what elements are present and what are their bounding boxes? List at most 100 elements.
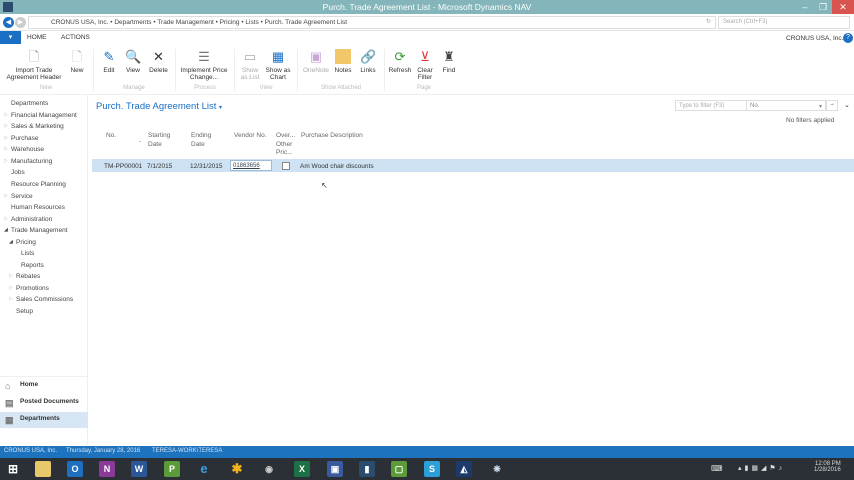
new-button[interactable]: 🗋 New — [66, 49, 88, 74]
clear-filter-icon: ⊻ — [420, 49, 430, 64]
nav-pricing[interactable]: ◢ Pricing — [9, 239, 36, 246]
back-button[interactable]: ◀ — [3, 17, 14, 28]
ribbon: 🗋 Import Trade Agreement Header 🗋 New ✎ Edi… — [0, 45, 854, 95]
filter-field-select[interactable]: No. ▾ — [746, 100, 826, 111]
nav-warehouse[interactable]: ▷ Warehouse — [4, 146, 44, 153]
implement-price-change-button[interactable]: ☰ Implement Price Change... — [178, 49, 230, 81]
forward-button[interactable]: ▶ — [15, 17, 26, 28]
search-input[interactable]: Search (Ctrl+F3) — [718, 16, 850, 29]
nav-promotions[interactable]: ▷ Promotions — [9, 285, 49, 292]
mouse-cursor: ↖ — [321, 181, 328, 190]
edit-button[interactable]: ✎ Edit — [98, 49, 120, 74]
app-menu-button[interactable]: ▾ — [0, 31, 21, 44]
nav-manufacturing[interactable]: ▷ Manufacturing — [4, 158, 52, 165]
help-icon[interactable]: ? — [843, 33, 853, 43]
maximize-button[interactable]: ❐ — [814, 0, 832, 14]
internet-explorer-icon[interactable]: e — [196, 461, 212, 477]
pencil-icon: ✎ — [103, 49, 115, 64]
nav-purchase[interactable]: ▷ Purchase — [4, 135, 38, 142]
page-title[interactable]: Purch. Trade Agreement List ▾ — [96, 101, 222, 112]
app-icon[interactable]: ◉ — [261, 461, 277, 477]
tab-actions[interactable]: ACTIONS — [61, 34, 90, 41]
apply-filter-button[interactable]: → — [826, 100, 838, 111]
cell-ending-date[interactable]: 12/31/2015 — [190, 163, 223, 170]
app-icon[interactable]: ▮ — [359, 461, 375, 477]
excel-icon[interactable]: X — [294, 461, 310, 477]
status-bar: CRONUS USA, Inc. Thursday, January 28, 2… — [0, 446, 854, 458]
nav-sales-commissions[interactable]: ▷ Sales Commissions — [9, 296, 73, 303]
nav-button-home[interactable]: ⌂ Home — [0, 378, 88, 394]
cell-vendor-no-input[interactable]: 01863656 — [230, 160, 272, 171]
view-button[interactable]: 🔍 View — [122, 49, 144, 74]
new-icon: 🗋 — [71, 49, 83, 64]
nav-service[interactable]: ▷ Service — [4, 193, 33, 200]
nav-departments[interactable]: Departments — [11, 100, 48, 107]
nav-trade-management[interactable]: ◢ Trade Management — [4, 227, 68, 234]
find-button[interactable]: ♜ Find — [438, 49, 460, 74]
onenote-button[interactable]: ▣ OneNote — [300, 49, 332, 74]
column-header-purchase-description[interactable]: Purchase Description — [301, 132, 363, 141]
onenote-icon: ▣ — [309, 49, 323, 64]
outlook-icon[interactable]: O — [67, 461, 83, 477]
clear-filter-button[interactable]: ⊻ Clear Filter — [414, 49, 436, 81]
tab-home[interactable]: HOME — [27, 34, 47, 41]
nav-sales-marketing[interactable]: ▷ Sales & Marketing — [4, 123, 64, 130]
dynamics-nav-icon[interactable]: ◭ — [456, 461, 472, 477]
app-icon[interactable]: ▣ — [327, 461, 343, 477]
onenote-icon[interactable]: N — [99, 461, 115, 477]
notes-button[interactable]: Notes — [332, 49, 354, 74]
nav-human-resources[interactable]: Human Resources — [11, 204, 65, 211]
nav-button-departments[interactable]: ▦ Departments — [0, 412, 88, 428]
app-icon[interactable]: ❋ — [489, 461, 505, 477]
nav-rebates[interactable]: ▷ Rebates — [9, 273, 40, 280]
app-icon[interactable]: ✱ — [229, 461, 245, 477]
nav-financial-management[interactable]: ▷ Financial Management — [4, 112, 77, 119]
price-change-icon: ☰ — [198, 49, 210, 64]
notes-icon — [335, 49, 351, 64]
show-as-list-button[interactable]: ▭ Show as List — [238, 49, 262, 81]
cell-purchase-description[interactable]: Am Wood chair discounts — [300, 163, 374, 170]
refresh-button[interactable]: ⟳ Refresh — [387, 49, 413, 74]
column-header-starting-date[interactable]: Starting Date — [148, 132, 178, 149]
close-button[interactable]: ✕ — [832, 0, 854, 14]
nav-reports[interactable]: Reports — [21, 262, 44, 269]
override-checkbox[interactable] — [282, 162, 290, 170]
refresh-icon[interactable]: ↻ — [706, 18, 711, 25]
cell-no[interactable]: TM-PP00001 — [104, 163, 142, 170]
binoculars-icon: ♜ — [443, 49, 455, 64]
column-header-ending-date[interactable]: Ending Date — [191, 132, 217, 149]
chart-icon: ▦ — [271, 49, 285, 64]
skype-icon[interactable]: S — [424, 461, 440, 477]
column-header-no[interactable]: No. — [106, 132, 116, 141]
keyboard-icon[interactable]: ⌨ — [711, 464, 723, 473]
view-icon: 🔍 — [125, 49, 142, 64]
column-header-override-other-prices[interactable]: Over... Other Pric... — [276, 132, 298, 158]
breadcrumb[interactable]: CRONUS USA, Inc. • Departments • Trade M… — [28, 16, 716, 29]
start-button[interactable]: ⊞ — [5, 461, 21, 477]
links-button[interactable]: 🔗 Links — [357, 49, 379, 74]
app-icon[interactable]: ▢ — [391, 461, 407, 477]
nav-lists[interactable]: Lists — [21, 250, 34, 257]
project-icon[interactable]: P — [164, 461, 180, 477]
import-trade-agreement-header-button[interactable]: 🗋 Import Trade Agreement Header — [4, 49, 64, 81]
file-explorer-icon[interactable] — [35, 461, 51, 477]
nav-setup[interactable]: Setup — [16, 308, 33, 315]
nav-administration[interactable]: ▷ Administration — [4, 216, 52, 223]
expand-filter-icon[interactable]: ⌄ — [844, 101, 850, 109]
breadcrumb-text: CRONUS USA, Inc. • Departments • Trade M… — [51, 19, 348, 26]
documents-icon: ▤ — [5, 398, 14, 408]
cell-starting-date[interactable]: 7/1/2015 — [147, 163, 172, 170]
minimize-button[interactable]: – — [796, 0, 814, 14]
nav-resource-planning[interactable]: Resource Planning — [11, 181, 66, 188]
word-icon[interactable]: W — [131, 461, 147, 477]
show-as-chart-button[interactable]: ▦ Show as Chart — [263, 49, 293, 81]
clock[interactable]: 12:08 PM 1/28/2016 — [814, 461, 841, 473]
column-header-vendor-no[interactable]: Vendor No. — [234, 132, 267, 141]
filter-input[interactable]: Type to filter (F3) — [675, 100, 747, 111]
window-title: Purch. Trade Agreement List - Microsoft … — [322, 2, 532, 12]
nav-button-posted-documents[interactable]: ▤ Posted Documents — [0, 395, 88, 411]
delete-button[interactable]: ✕ Delete — [146, 49, 171, 74]
nav-jobs[interactable]: Jobs — [11, 169, 25, 176]
group-view: View — [259, 85, 273, 91]
tray-icons[interactable]: ▴▮▦◢⚑♪ — [738, 464, 785, 472]
